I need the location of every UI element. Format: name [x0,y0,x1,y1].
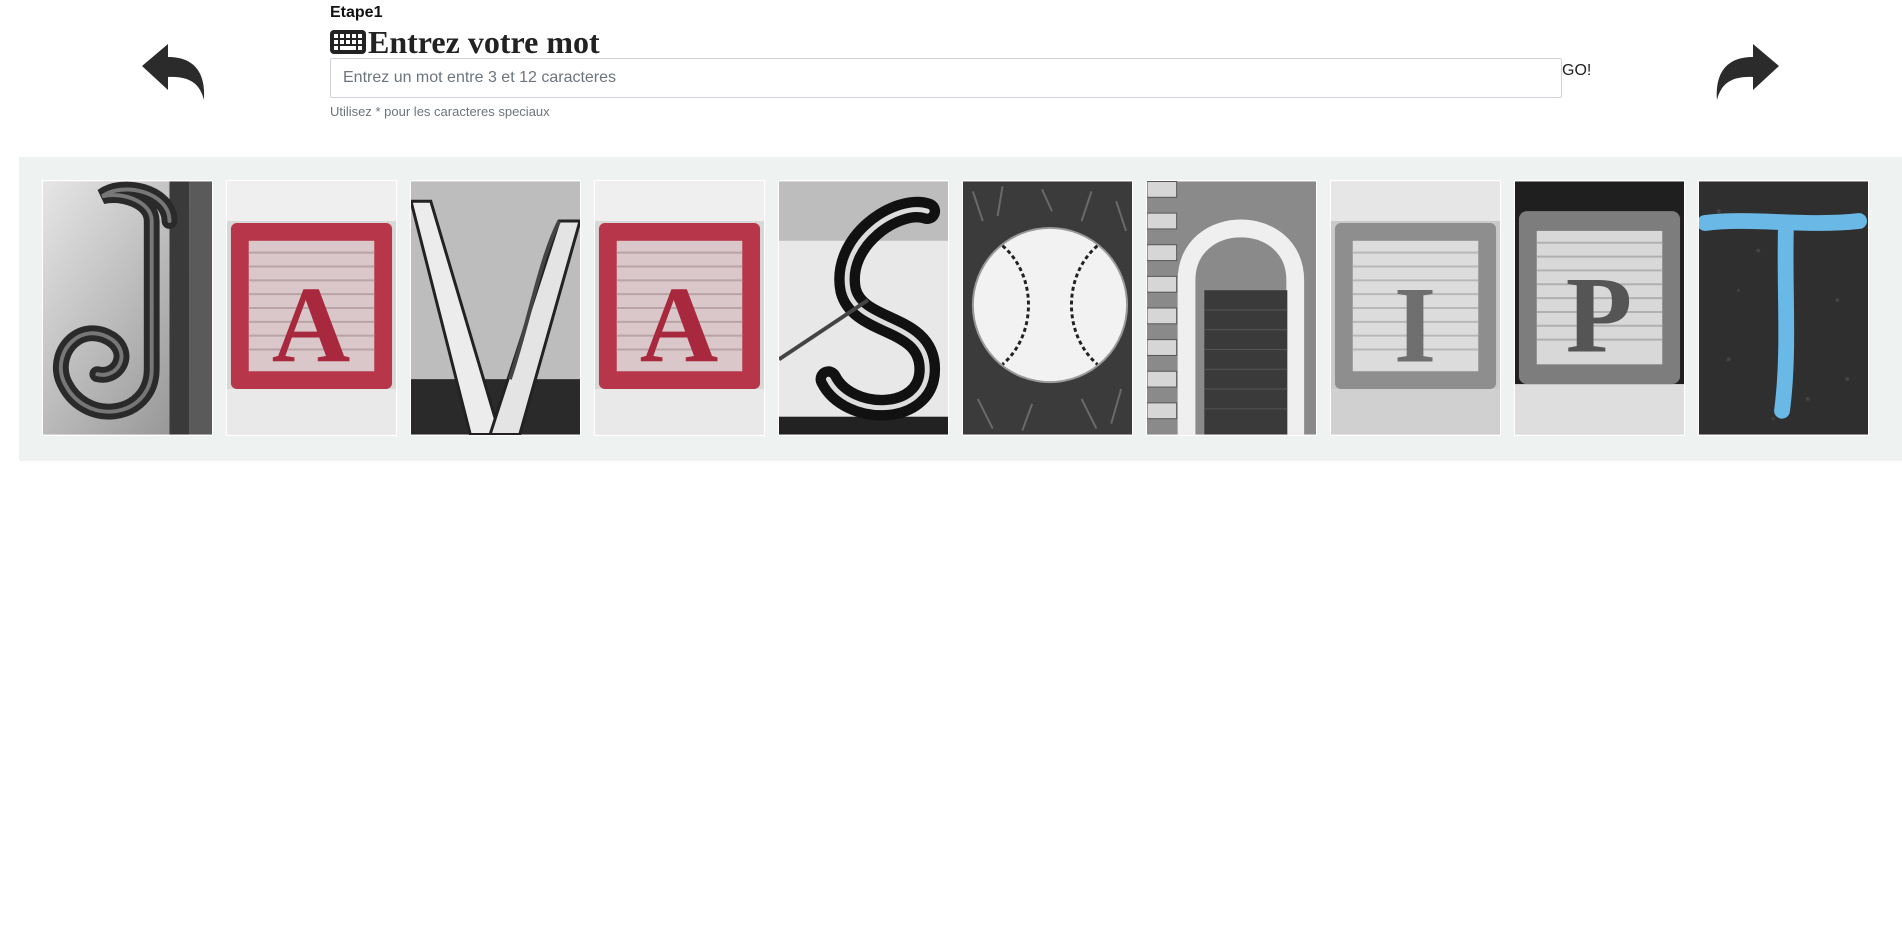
svg-text:A: A [272,264,351,385]
letter-photo-s [779,181,948,435]
letter-photo-t [1699,181,1868,435]
keyboard-icon [330,28,366,56]
share-arrow-icon [1716,44,1779,100]
letter-photo-c [963,181,1132,435]
letter-photo-v [411,181,580,435]
letter-photo-a-2: A [595,181,764,435]
letter-tile-i[interactable]: I [1330,180,1501,436]
letter-photo-i: I [1331,181,1500,435]
go-button[interactable]: GO! [1562,60,1591,82]
reply-arrow-icon [142,44,205,100]
letter-photo-a: A [227,181,396,435]
page: Etape1 Entrez votre mot GO! Utilisez * p [0,0,1902,936]
page-title: Entrez votre mot [330,24,600,60]
letter-tile-s[interactable] [778,180,949,436]
letter-tile-a[interactable]: A [226,180,397,436]
word-input[interactable] [330,58,1562,98]
step-label: Etape1 [330,4,383,21]
letter-photo-r [1147,181,1316,435]
back-arrow-button[interactable] [138,40,208,104]
letter-photo-j [43,181,212,435]
help-text: Utilisez * pour les caracteres speciaux [330,104,550,119]
svg-text:P: P [1566,254,1632,375]
svg-text:I: I [1394,264,1436,385]
letter-tile-r[interactable] [1146,180,1317,436]
letter-tile-a-2[interactable]: A [594,180,765,436]
letter-photo-p: P [1515,181,1684,435]
letter-tile-c[interactable] [962,180,1133,436]
page-title-text: Entrez votre mot [368,24,600,60]
letters-strip: A A I P [19,157,1902,461]
letter-tile-p[interactable]: P [1514,180,1685,436]
letter-tile-j[interactable] [42,180,213,436]
letter-tile-v[interactable] [410,180,581,436]
letter-tile-t[interactable] [1698,180,1869,436]
svg-text:A: A [640,264,719,385]
forward-arrow-button[interactable] [1713,40,1783,104]
